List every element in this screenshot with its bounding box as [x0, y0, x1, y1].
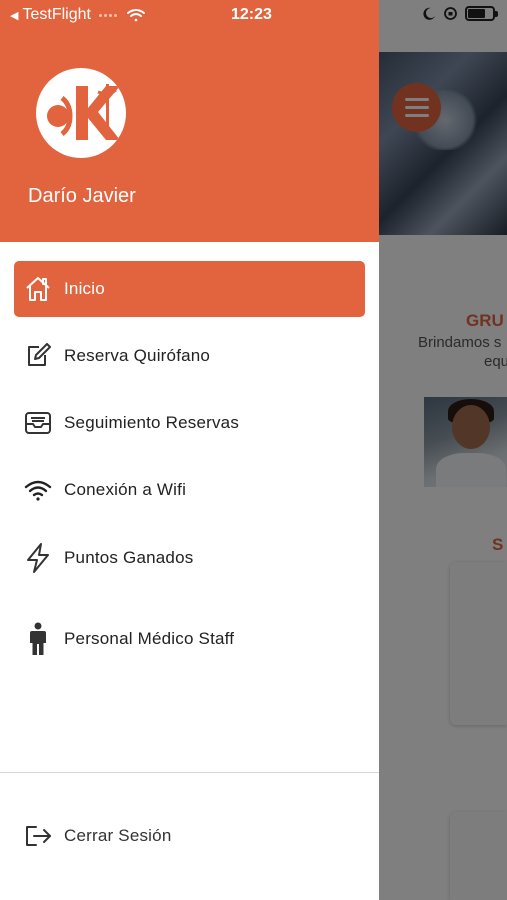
logout-icon [24, 822, 52, 850]
menu-item-label: Personal Médico Staff [64, 629, 235, 648]
menu-item-label: Seguimiento Reservas [64, 413, 240, 432]
wifi-icon [24, 476, 52, 504]
clinic-logo-icon [47, 84, 120, 140]
logout-button[interactable]: Cerrar Sesión [14, 808, 365, 864]
menu-item-reserva-quirofano[interactable]: Reserva Quirófano [14, 328, 365, 384]
drawer-divider [0, 772, 379, 773]
status-time: 12:23 [231, 6, 272, 23]
menu-item-inicio[interactable]: Inicio [14, 261, 365, 317]
status-bar-left: ◀ TestFlight [10, 6, 145, 24]
person-icon [24, 622, 52, 655]
rotation-lock-icon [444, 7, 457, 20]
status-bar: ◀ TestFlight 12:23 [0, 0, 507, 30]
lightning-icon [24, 543, 52, 573]
logout-label: Cerrar Sesión [64, 826, 172, 845]
drawer-header: Darío Javier [0, 0, 379, 242]
back-app-label[interactable]: TestFlight [22, 6, 90, 24]
avatar [36, 68, 126, 158]
menu-item-seguimiento-reservas[interactable]: Seguimiento Reservas [14, 395, 365, 451]
menu-item-label: Inicio [64, 279, 105, 298]
status-wifi-icon [126, 9, 145, 22]
edit-icon [24, 342, 52, 370]
menu-item-personal-medico-staff[interactable]: Personal Médico Staff [14, 611, 365, 667]
battery-icon [465, 6, 498, 21]
menu-item-puntos-ganados[interactable]: Puntos Ganados [14, 530, 365, 586]
user-name: Darío Javier [28, 185, 136, 207]
signal-icon [98, 13, 117, 17]
home-icon [24, 275, 52, 303]
moon-icon [423, 7, 435, 20]
back-arrow-icon[interactable]: ◀ [10, 9, 18, 22]
menu-item-label: Puntos Ganados [64, 548, 194, 567]
tray-icon [24, 409, 52, 437]
battery-level [468, 9, 485, 18]
menu-item-conexion-wifi[interactable]: Conexión a Wifi [14, 462, 365, 518]
navigation-drawer: Darío Javier Inicio Reserva Quirófano Se… [0, 0, 379, 900]
status-bar-right [422, 6, 498, 21]
menu-item-label: Conexión a Wifi [64, 480, 187, 499]
menu-item-label: Reserva Quirófano [64, 346, 211, 365]
